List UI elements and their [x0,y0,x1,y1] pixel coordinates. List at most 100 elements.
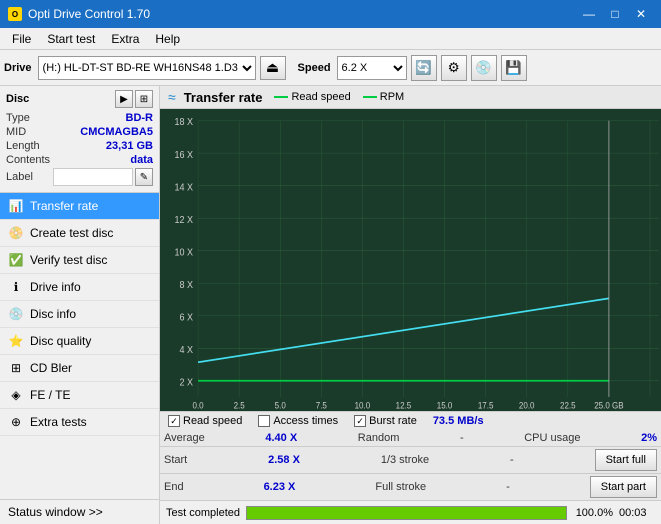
nav-item-extra-tests[interactable]: ⊕ Extra tests [0,409,159,436]
transfer-rate-icon: 📊 [8,198,24,214]
nav-item-disc-quality[interactable]: ⭐ Disc quality [0,328,159,355]
start-value: 2.58 X [268,454,300,466]
svg-text:16 X: 16 X [175,149,194,161]
disc-header: Disc ▶ ⊞ [6,90,153,108]
nav-label-extra-tests: Extra tests [30,415,87,429]
random-dash: - [460,432,464,444]
nav-item-verify-test-disc[interactable]: ✅ Verify test disc [0,247,159,274]
nav-item-cd-bler[interactable]: ⊞ CD Bler [0,355,159,382]
svg-text:2.5: 2.5 [234,400,245,411]
nav-item-disc-info[interactable]: 💿 Disc info [0,301,159,328]
verify-test-disc-icon: ✅ [8,252,24,268]
full-stroke-label: Full stroke [375,481,426,493]
svg-text:22.5: 22.5 [560,400,576,411]
nav-label-create-test-disc: Create test disc [30,226,113,240]
status-window-button[interactable]: Status window >> [0,499,159,524]
end-label: End [164,481,184,493]
disc-label-label: Label [6,171,33,183]
save-button[interactable]: 💾 [501,55,527,81]
burst-rate-check-box: ✓ [354,415,366,427]
speed-label: Speed [298,62,331,74]
drive-selector[interactable]: (H:) HL-DT-ST BD-RE WH16NS48 1.D3 [38,56,256,80]
disc-length-label: Length [6,140,40,152]
menu-file[interactable]: File [4,30,39,48]
extra-tests-icon: ⊕ [8,414,24,430]
disc-panel: Disc ▶ ⊞ Type BD-R MID CMCMAGBA5 Length … [0,86,159,193]
svg-text:18 X: 18 X [175,117,194,129]
nav-label-verify-test-disc: Verify test disc [30,253,107,267]
speed-selector[interactable]: 6.2 X [337,56,407,80]
disc-contents-value: data [130,154,153,166]
checkboxes-row: ✓ Read speed Access times ✓ Burst rate 7… [160,411,661,430]
disc-icon-btn-2[interactable]: ⊞ [135,90,153,108]
disc-type-value: BD-R [126,112,154,124]
start-part-button[interactable]: Start part [590,476,657,498]
drive-label: Drive [4,62,32,74]
start-full-button[interactable]: Start full [595,449,657,471]
svg-text:6 X: 6 X [180,312,194,324]
label-input[interactable] [53,168,133,186]
end-value: 6.23 X [264,481,296,493]
title-bar-title: Opti Drive Control 1.70 [28,7,150,21]
svg-text:10 X: 10 X [175,247,194,259]
nav-item-fe-te[interactable]: ◈ FE / TE [0,382,159,409]
nav-label-fe-te: FE / TE [30,388,70,402]
burst-rate-checkbox[interactable]: ✓ Burst rate [354,415,417,427]
svg-text:20.0: 20.0 [519,400,535,411]
average-label: Average [164,432,205,444]
legend-rpm-label: RPM [380,91,404,103]
disc-icons: ▶ ⊞ [115,90,153,108]
eject-button[interactable]: ⏏ [260,56,286,80]
toolbar: Drive (H:) HL-DT-ST BD-RE WH16NS48 1.D3 … [0,50,661,86]
random-label: Random [358,432,400,444]
create-test-disc-icon: 📀 [8,225,24,241]
title-bar: O Opti Drive Control 1.70 — □ ✕ [0,0,661,28]
chart-icon: ≈ [168,89,176,105]
legend-read-speed-label: Read speed [291,91,350,103]
minimize-button[interactable]: — [577,4,601,24]
menu-extra[interactable]: Extra [103,30,147,48]
maximize-button[interactable]: □ [603,4,627,24]
svg-text:0.0: 0.0 [193,400,204,411]
average-value: 4.40 X [265,432,297,444]
disc-icon-btn-1[interactable]: ▶ [115,90,133,108]
legend-read-speed: Read speed [274,91,350,103]
access-times-checkbox[interactable]: Access times [258,415,338,427]
stats-row-3: End 6.23 X Full stroke - Start part [160,473,661,500]
disc-length-row: Length 23,31 GB [6,140,153,152]
progress-bar-outer [246,506,567,520]
access-times-checkbox-label: Access times [273,415,338,427]
menu-help[interactable]: Help [147,30,188,48]
read-speed-checkbox[interactable]: ✓ Read speed [168,415,242,427]
nav-label-disc-info: Disc info [30,307,76,321]
disc-contents-label: Contents [6,154,50,166]
stroke-label: 1/3 stroke [381,454,429,466]
config-button[interactable]: ⚙ [441,55,467,81]
burst-rate-checkbox-label: Burst rate [369,415,417,427]
disc-button[interactable]: 💿 [471,55,497,81]
main-layout: Disc ▶ ⊞ Type BD-R MID CMCMAGBA5 Length … [0,86,661,524]
disc-type-row: Type BD-R [6,112,153,124]
disc-title: Disc [6,93,29,105]
nav-items: 📊 Transfer rate 📀 Create test disc ✅ Ver… [0,193,159,499]
stats-row-2: Start 2.58 X 1/3 stroke - Start full [160,446,661,473]
close-button[interactable]: ✕ [629,4,653,24]
nav-item-drive-info[interactable]: ℹ Drive info [0,274,159,301]
svg-text:10.0: 10.0 [355,400,371,411]
svg-text:12 X: 12 X [175,214,194,226]
nav-item-create-test-disc[interactable]: 📀 Create test disc [0,220,159,247]
disc-type-label: Type [6,112,30,124]
svg-text:12.5: 12.5 [396,400,412,411]
refresh-button[interactable]: 🔄 [411,55,437,81]
disc-label-row: Label ✎ [6,168,153,186]
label-edit-button[interactable]: ✎ [135,168,153,186]
menu-start-test[interactable]: Start test [39,30,103,48]
sidebar: Disc ▶ ⊞ Type BD-R MID CMCMAGBA5 Length … [0,86,160,524]
nav-label-transfer-rate: Transfer rate [30,199,98,213]
cd-bler-icon: ⊞ [8,360,24,376]
chart-svg: 18 X 16 X 14 X 12 X 10 X 8 X 6 X 4 X 2 X… [160,109,661,411]
content-area: ≈ Transfer rate Read speed RPM [160,86,661,524]
title-bar-controls: — □ ✕ [577,4,653,24]
nav-item-transfer-rate[interactable]: 📊 Transfer rate [0,193,159,220]
stroke-dash: - [510,454,514,466]
